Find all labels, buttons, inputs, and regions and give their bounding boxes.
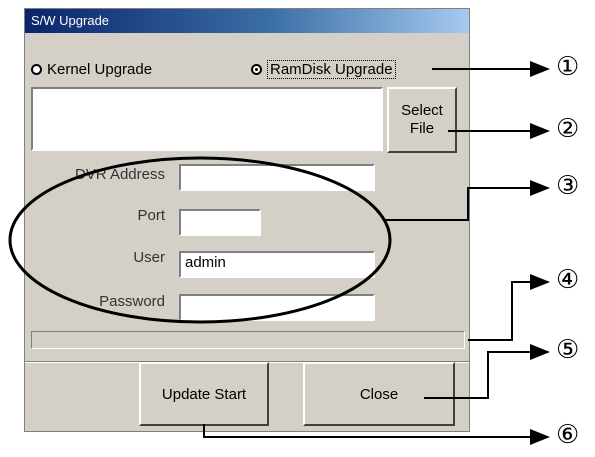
callout-6-leader [203, 424, 550, 445]
callout-2: ② [556, 114, 580, 144]
callout-5-leader [424, 344, 550, 399]
network-fields-highlight-ellipse [8, 156, 392, 324]
callout-4-leader [468, 274, 550, 341]
callout-6: ⑥ [556, 420, 580, 450]
callout-1: ① [556, 52, 580, 82]
annotation-overlay [8, 61, 550, 445]
callout-3: ③ [556, 171, 580, 201]
callout-4: ④ [556, 265, 580, 295]
callout-5: ⑤ [556, 335, 580, 365]
callout-3-leader [385, 180, 550, 221]
